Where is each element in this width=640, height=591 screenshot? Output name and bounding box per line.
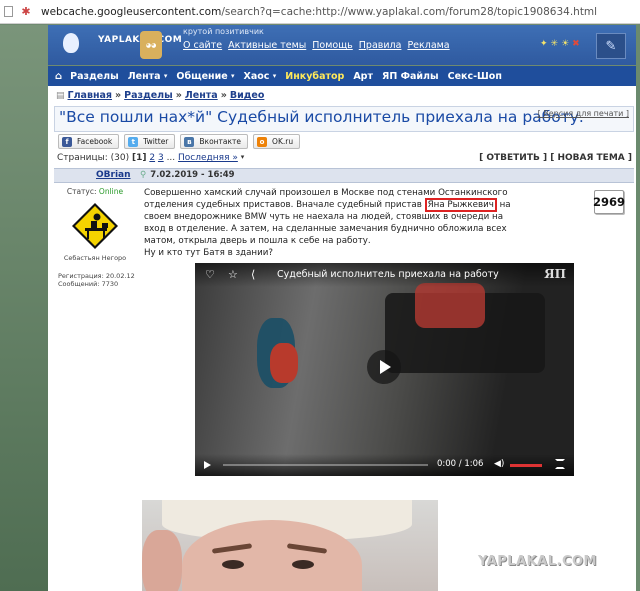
post-link-icon[interactable]: ⚲ xyxy=(140,170,146,180)
header-link-about[interactable]: О сайте xyxy=(183,40,222,51)
user-stats: Регистрация: 20.02.12 Сообщений: 7730 xyxy=(58,272,135,288)
star-icon[interactable]: ☆ xyxy=(228,268,238,281)
site-slogan: крутой позитивчик xyxy=(183,27,264,36)
warning-sign-icon xyxy=(72,203,118,249)
video-controls: 0:00 / 1:06 ◀) xyxy=(195,454,574,476)
page-link-3[interactable]: 3 xyxy=(158,153,164,163)
chevron-down-icon: ▾ xyxy=(272,71,277,80)
heart-icon[interactable]: ♡ xyxy=(205,268,215,281)
video-title[interactable]: Судебный исполнитель приехала на работу xyxy=(277,269,499,280)
nav-item-files[interactable]: ЯП Файлы xyxy=(382,71,439,82)
post-author[interactable]: OBrian xyxy=(96,170,131,180)
nav-item-feed[interactable]: Лента ▾ xyxy=(128,71,168,82)
breadcrumb: ▤ Главная» Разделы» Лента» Видео xyxy=(56,90,265,101)
pagination: Страницы: (30) [1] 2 3 ... Последняя » ▾ xyxy=(57,153,245,163)
post-rating[interactable]: 2969 xyxy=(593,190,625,214)
play-icon[interactable] xyxy=(204,461,211,469)
post-photo xyxy=(142,500,438,591)
ok-icon: о xyxy=(257,136,268,147)
video-progress-bar[interactable] xyxy=(223,464,428,466)
video-child-boots xyxy=(270,343,298,383)
chevron-down-icon: ▾ xyxy=(231,71,235,80)
page-link-2[interactable]: 2 xyxy=(149,153,155,163)
share-icon[interactable]: ⟨ xyxy=(251,268,255,281)
avatar[interactable] xyxy=(71,202,119,250)
breadcrumb-video[interactable]: Видео xyxy=(230,90,265,101)
video-time: 0:00 / 1:06 xyxy=(437,459,484,469)
volume-icon[interactable]: ◀) xyxy=(494,459,504,469)
chevron-down-icon: ▾ xyxy=(163,71,168,80)
topic-title-box: "Все пошли нах*й" Судебный исполнитель п… xyxy=(54,106,634,132)
bug-icon[interactable]: ✱ xyxy=(19,5,33,19)
nav-item-sections[interactable]: Разделы xyxy=(70,71,119,82)
folder-icon: ▤ xyxy=(56,90,65,101)
header-link-rules[interactable]: Правила xyxy=(359,40,402,51)
video-car-light xyxy=(415,283,485,328)
home-icon[interactable]: ⌂ xyxy=(55,71,62,82)
doge-mascot-icon: ◕◕ xyxy=(140,31,162,59)
video-logo[interactable]: ЯП xyxy=(544,267,566,281)
video-play-button[interactable] xyxy=(367,350,401,384)
new-topic-button[interactable]: [ НОВАЯ ТЕМА ] xyxy=(550,153,632,163)
star-icon[interactable]: ✦ xyxy=(540,39,548,49)
pagination-row: Страницы: (30) [1] 2 3 ... Последняя » ▾… xyxy=(54,152,634,166)
user-caption: Себастьян Негоро xyxy=(63,254,127,262)
share-twitter-button[interactable]: t Twitter xyxy=(124,134,176,149)
video-top-bar: ♡ ☆ ⟨ Судебный исполнитель приехала на р… xyxy=(195,263,574,287)
share-buttons: f Facebook t Twitter в Вконтакте о OK.ru xyxy=(58,134,301,149)
content-panel: ▤ Главная» Разделы» Лента» Видео "Все по… xyxy=(48,86,636,591)
flag-icon[interactable]: ✖ xyxy=(572,39,580,49)
photo-eye xyxy=(292,560,314,569)
reply-button[interactable]: [ ОТВЕТИТЬ ] xyxy=(479,153,547,163)
post-question: Ну и кто тут Батя в здании? xyxy=(144,248,273,258)
header-link-ads[interactable]: Реклама xyxy=(407,40,449,51)
share-vk-button[interactable]: в Вконтакте xyxy=(180,134,249,149)
vk-icon: в xyxy=(184,136,195,147)
current-page: [1] xyxy=(131,153,147,163)
site-header: YAPLAKAL.COM ◕◕ крутой позитивчик О сайт… xyxy=(48,25,636,65)
last-page-link[interactable]: Последняя » xyxy=(178,153,238,163)
logo-drop-icon[interactable] xyxy=(63,33,79,53)
header-link-help[interactable]: Помощь xyxy=(312,40,352,51)
nav-item-art[interactable]: Арт xyxy=(353,71,373,82)
address-bar[interactable]: ✱ webcache.googleusercontent.com/search?… xyxy=(0,0,640,24)
user-status: Статус: Online xyxy=(66,187,124,196)
nav-item-chaos[interactable]: Хаос ▾ xyxy=(244,71,277,82)
url-text[interactable]: webcache.googleusercontent.com/search?q=… xyxy=(41,6,597,18)
nav-item-chat[interactable]: Общение ▾ xyxy=(176,71,234,82)
photo-eye xyxy=(222,560,244,569)
post-date: ⚲ 7.02.2019 - 16:49 xyxy=(140,170,235,180)
header-link-active[interactable]: Активные темы xyxy=(228,40,306,51)
print-version-link[interactable]: [ Версия для печати ] xyxy=(538,109,629,118)
highlighted-name: Яна Рыжкевич xyxy=(424,198,497,212)
photo-hand xyxy=(142,530,182,591)
breadcrumb-home[interactable]: Главная xyxy=(68,90,113,101)
page-title: "Все пошли нах*й" Судебный исполнитель п… xyxy=(59,108,584,126)
twitter-icon: t xyxy=(128,136,139,147)
page-background-right xyxy=(636,25,640,591)
watermark: YAPLAKAL.COM xyxy=(478,554,597,569)
fullscreen-icon[interactable] xyxy=(555,459,565,469)
chevron-down-icon[interactable]: ▾ xyxy=(241,153,245,161)
nav-item-shop[interactable]: Секс-Шоп xyxy=(448,71,502,82)
sun-icon[interactable]: ☀ xyxy=(561,39,569,49)
post-header: OBrian ⚲ 7.02.2019 - 16:49 xyxy=(54,168,634,183)
nav-item-incubator[interactable]: Инкубатор xyxy=(285,71,344,82)
breadcrumb-sections[interactable]: Разделы xyxy=(124,90,173,101)
page-icon xyxy=(4,6,13,17)
main-nav: ⌂ Разделы Лента ▾ Общение ▾ Хаос ▾ Инкуб… xyxy=(48,66,636,86)
facebook-icon: f xyxy=(62,136,72,147)
quill-icon[interactable]: ✎ xyxy=(596,33,626,59)
share-ok-button[interactable]: о OK.ru xyxy=(253,134,301,149)
video-player[interactable]: ♡ ☆ ⟨ Судебный исполнитель приехала на р… xyxy=(195,263,574,476)
volume-slider[interactable] xyxy=(510,464,542,467)
header-links: О сайте Активные темы Помощь Правила Рек… xyxy=(183,40,456,51)
page-background-left xyxy=(0,25,48,591)
breadcrumb-feed[interactable]: Лента xyxy=(185,90,218,101)
share-facebook-button[interactable]: f Facebook xyxy=(58,134,120,149)
post-text: Совершенно хамский случай произошел в Мо… xyxy=(144,188,511,258)
bulb-icon[interactable]: ✳ xyxy=(551,39,559,49)
header-icons: ✦ ✳ ☀ ✖ xyxy=(540,39,580,49)
user-info: Статус: Online Себастьян Негоро Регистра… xyxy=(54,184,136,288)
